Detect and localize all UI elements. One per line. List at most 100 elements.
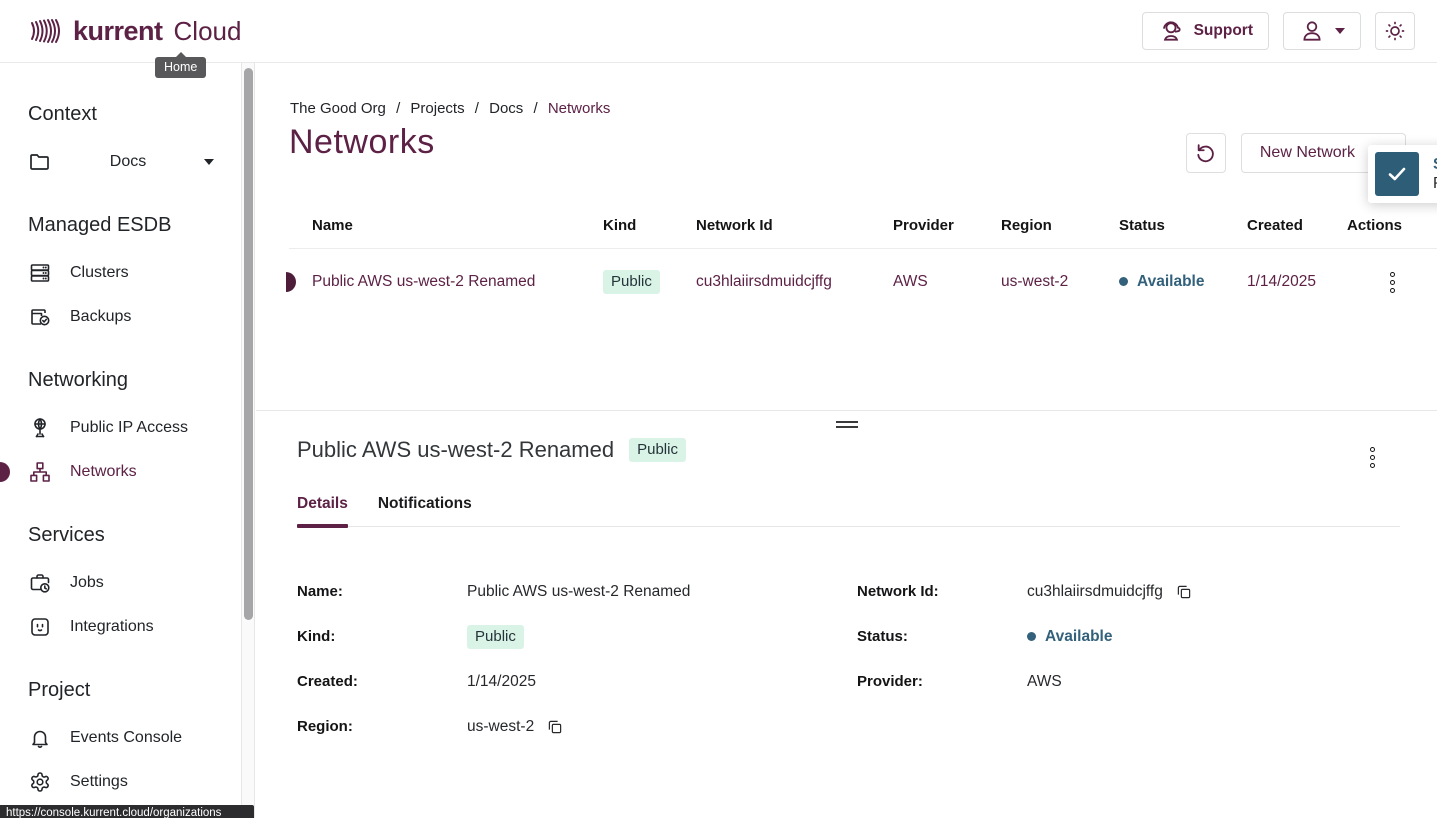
kind-badge: Public [603, 270, 660, 294]
breadcrumb-separator: / [396, 100, 400, 117]
field-value-network-id: cu3hlaiirsdmuidcjffg [1027, 583, 1163, 601]
detail-panel: Public AWS us-west-2 Renamed Public Deta… [256, 410, 1437, 818]
detail-status-badge: Available [1027, 628, 1113, 646]
user-menu-button[interactable] [1283, 12, 1361, 50]
refresh-button[interactable] [1186, 133, 1226, 173]
briefcase-clock-icon [28, 571, 52, 595]
breadcrumb-projects[interactable]: Projects [410, 100, 464, 117]
sidebar-scrollbar-thumb[interactable] [244, 68, 253, 620]
section-title-managed-esdb: Managed ESDB [28, 214, 240, 237]
success-toast[interactable]: Successfully renamed network Public AWS … [1368, 145, 1437, 203]
row-network-id: cu3hlaiirsdmuidcjffg [696, 273, 893, 291]
col-header-region: Region [1001, 217, 1119, 234]
support-agent-icon [1158, 18, 1184, 44]
sidebar-item-label: Public IP Access [70, 419, 188, 437]
col-header-actions: Actions [1347, 217, 1437, 234]
toast-success-checkbox [1375, 152, 1419, 196]
chevron-down-icon [1335, 28, 1345, 34]
sidebar-item-label: Jobs [70, 574, 104, 592]
sidebar-item-label: Settings [70, 773, 128, 791]
networks-table: Name Kind Network Id Provider Region Sta… [289, 203, 1437, 315]
folder-icon [28, 150, 52, 174]
status-label: Available [1137, 273, 1205, 291]
bell-icon [28, 726, 52, 750]
section-title-project: Project [28, 679, 240, 702]
detail-title: Public AWS us-west-2 Renamed [297, 437, 614, 463]
col-header-network-id: Network Id [696, 217, 893, 234]
field-value-region: us-west-2 [467, 718, 534, 736]
sidebar-scrollbar[interactable] [241, 63, 255, 818]
detail-actions-kebab-icon[interactable] [1360, 443, 1385, 472]
support-label: Support [1194, 22, 1253, 40]
context-selector[interactable]: Docs [28, 140, 240, 184]
breadcrumb-separator: / [475, 100, 479, 117]
col-header-kind: Kind [603, 217, 696, 234]
row-name-link[interactable]: Public AWS us-west-2 Renamed [289, 273, 603, 291]
breadcrumb-org[interactable]: The Good Org [290, 100, 386, 117]
sidebar-item-label: Networks [70, 463, 137, 481]
sidebar-item-label: Clusters [70, 264, 129, 282]
sidebar-item-networks[interactable]: Networks [28, 450, 240, 494]
chevron-down-icon [204, 159, 214, 165]
link-target-statusbar: https://console.kurrent.cloud/organizati… [0, 805, 254, 818]
breadcrumb-separator: / [533, 100, 537, 117]
field-label-status: Status: [857, 628, 1027, 645]
section-title-networking: Networking [28, 369, 240, 392]
main-content: The Good Org / Projects / Docs / Network… [256, 63, 1437, 818]
copy-region-icon[interactable] [546, 718, 564, 736]
copy-network-id-icon[interactable] [1175, 583, 1193, 601]
sidebar-item-clusters[interactable]: Clusters [28, 251, 240, 295]
breadcrumb-current: Networks [548, 100, 611, 117]
breadcrumb-project-docs[interactable]: Docs [489, 100, 523, 117]
table-row[interactable]: Public AWS us-west-2 Renamed Public cu3h… [289, 249, 1437, 315]
support-button[interactable]: Support [1142, 12, 1269, 50]
field-value-provider: AWS [1027, 673, 1193, 691]
tab-notifications[interactable]: Notifications [378, 495, 472, 526]
field-label-name: Name: [297, 583, 467, 600]
field-label-network-id: Network Id: [857, 583, 1027, 600]
panel-resize-handle[interactable] [836, 421, 858, 431]
globe-stand-icon [28, 416, 52, 440]
sidebar-item-settings[interactable]: Settings [28, 760, 240, 804]
kurrent-cloud-logo[interactable]: kurrent Cloud [28, 13, 241, 49]
sidebar-item-public-ip-access[interactable]: Public IP Access [28, 406, 240, 450]
page-title: Networks [289, 123, 435, 162]
field-kind-badge: Public [467, 625, 524, 649]
sidebar-item-integrations[interactable]: Integrations [28, 605, 240, 649]
section-title-services: Services [28, 524, 240, 547]
status-badge: Available [1119, 273, 1205, 291]
check-icon [1385, 162, 1409, 186]
field-label-provider: Provider: [857, 673, 1027, 690]
col-header-status: Status [1119, 217, 1247, 234]
col-header-created: Created [1247, 217, 1347, 234]
row-actions-kebab-icon[interactable] [1380, 268, 1405, 297]
field-value-name: Public AWS us-west-2 Renamed [467, 583, 857, 601]
sidebar-item-label: Backups [70, 308, 131, 326]
sidebar-item-backups[interactable]: Backups [28, 295, 240, 339]
row-created: 1/14/2025 [1247, 273, 1347, 291]
outlet-icon [28, 615, 52, 639]
tab-details[interactable]: Details [297, 495, 348, 526]
toast-message: Public AWS us-west-2 Renamed [1433, 174, 1437, 193]
detail-tabs: Details Notifications [297, 495, 1400, 527]
home-tooltip: Home [155, 57, 206, 78]
gear-icon [28, 770, 52, 794]
refresh-icon [1195, 142, 1217, 164]
field-label-region: Region: [297, 718, 467, 735]
col-header-name: Name [289, 217, 603, 234]
sidebar-item-jobs[interactable]: Jobs [28, 561, 240, 605]
network-hierarchy-icon [28, 460, 52, 484]
context-selector-label: Docs [52, 153, 204, 171]
active-item-indicator [0, 462, 10, 482]
field-label-kind: Kind: [297, 628, 467, 645]
soundwave-logo-icon [28, 13, 64, 49]
field-value-created: 1/14/2025 [467, 673, 857, 691]
new-network-label: New Network [1260, 144, 1355, 162]
sidebar-item-events-console[interactable]: Events Console [28, 716, 240, 760]
breadcrumb: The Good Org / Projects / Docs / Network… [290, 100, 610, 117]
clusters-icon [28, 261, 52, 285]
sidebar-item-label: Integrations [70, 618, 154, 636]
theme-toggle-button[interactable] [1375, 12, 1415, 50]
field-label-created: Created: [297, 673, 467, 690]
table-header-row: Name Kind Network Id Provider Region Sta… [289, 203, 1437, 249]
